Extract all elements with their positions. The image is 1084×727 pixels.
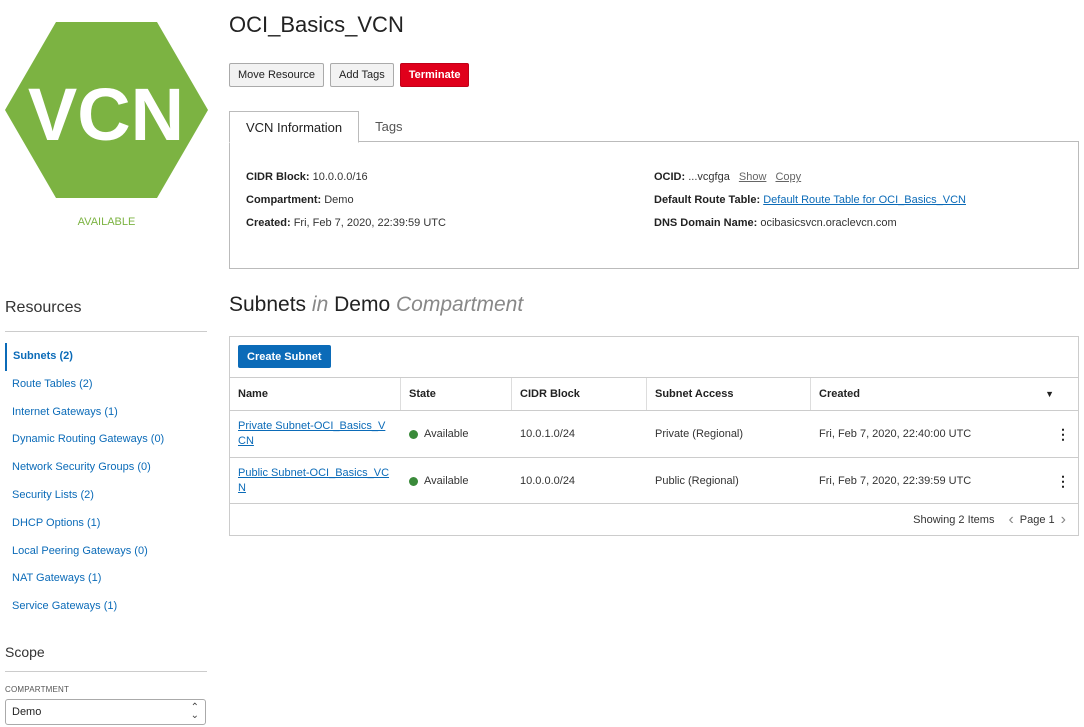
status-label: AVAILABLE: [77, 216, 136, 228]
cell-created: Fri, Feb 7, 2020, 22:39:59 UTC ⋮: [811, 458, 1078, 504]
table-header-row: Name State CIDR Block Subnet Access Crea…: [230, 377, 1078, 410]
dns-label: DNS Domain Name:: [654, 217, 758, 229]
sidebar-item-internet-gateways[interactable]: Internet Gateways (1): [5, 399, 207, 427]
status-dot-icon: [409, 476, 418, 486]
sort-caret-down-icon[interactable]: ▼: [1045, 389, 1054, 399]
cell-cidr: 10.0.1.0/24: [520, 428, 576, 440]
column-header-name[interactable]: Name: [230, 378, 401, 410]
sidebar-item-nat-gateways[interactable]: NAT Gateways (1): [5, 565, 207, 593]
page-indicator: Page 1: [1019, 513, 1055, 526]
created-value: Fri, Feb 7, 2020, 22:39:59 UTC: [293, 217, 446, 229]
tab-vcn-information[interactable]: VCN Information: [229, 111, 360, 143]
subnets-heading: Subnets in Demo Compartment: [229, 293, 523, 317]
subnets-heading-main: Subnets: [229, 293, 307, 316]
sidebar-item-service-gateways[interactable]: Service Gateways (1): [5, 593, 207, 621]
column-header-created-label: Created: [819, 388, 860, 400]
route-table-label: Default Route Table:: [654, 194, 761, 206]
subnets-heading-in: in: [311, 293, 329, 316]
compartment-label: COMPARTMENT: [5, 685, 70, 694]
cell-created: Fri, Feb 7, 2020, 22:40:00 UTC ⋮: [811, 411, 1078, 457]
created-text: Fri, Feb 7, 2020, 22:39:59 UTC: [819, 475, 972, 487]
state-text: Available: [424, 428, 469, 440]
subnets-table: Name State CIDR Block Subnet Access Crea…: [230, 377, 1078, 504]
action-buttons: Move Resource Add Tags Terminate: [229, 63, 470, 87]
add-tags-button[interactable]: Add Tags: [330, 63, 394, 87]
dns-row: DNS Domain Name: ocibasicsvcn.oraclevcn.…: [654, 217, 966, 240]
subnet-name-link[interactable]: Public Subnet-OCI_Basics_VCN: [238, 466, 393, 496]
sidebar-item-network-security-groups[interactable]: Network Security Groups (0): [5, 454, 207, 482]
tab-tags[interactable]: Tags: [359, 111, 418, 142]
created-row: Created: Fri, Feb 7, 2020, 22:39:59 UTC: [246, 217, 446, 240]
subnets-heading-suffix: Compartment: [395, 293, 524, 316]
resources-heading: Resources: [5, 299, 82, 316]
column-header-created[interactable]: Created ▼: [811, 378, 1078, 410]
move-resource-button[interactable]: Move Resource: [229, 63, 325, 87]
row-actions-kebab-icon[interactable]: ⋮: [1052, 426, 1074, 443]
tab-bar: VCN Information Tags: [229, 111, 419, 143]
dns-value: ocibasicsvcn.oraclevcn.com: [760, 217, 897, 229]
column-header-state[interactable]: State: [401, 378, 512, 410]
info-column-right: OCID: ...vcgfga Show Copy Default Route …: [654, 171, 966, 240]
created-label: Created:: [246, 217, 291, 229]
route-table-link[interactable]: Default Route Table for OCI_Basics_VCN: [763, 194, 966, 206]
compartment-select[interactable]: Demo ⌃ ⌄: [5, 699, 206, 725]
cidr-row: CIDR Block: 10.0.0.0/16: [246, 171, 446, 194]
created-text: Fri, Feb 7, 2020, 22:40:00 UTC: [819, 428, 972, 440]
subnet-name-link[interactable]: Private Subnet-OCI_Basics_VCN: [238, 419, 393, 449]
cell-name: Public Subnet-OCI_Basics_VCN: [230, 458, 401, 504]
cell-access: Private (Regional): [655, 428, 744, 440]
column-header-cidr[interactable]: CIDR Block: [512, 378, 647, 410]
sidebar-item-security-lists[interactable]: Security Lists (2): [5, 482, 207, 510]
sidebar-item-route-tables[interactable]: Route Tables (2): [5, 371, 207, 399]
next-page-icon[interactable]: ›: [1061, 511, 1066, 529]
cell-state: Available: [401, 411, 512, 457]
row-actions-kebab-icon[interactable]: ⋮: [1052, 473, 1074, 490]
terminate-button[interactable]: Terminate: [399, 63, 470, 87]
cell-cidr: 10.0.0.0/24: [520, 475, 576, 487]
table-row: Private Subnet-OCI_Basics_VCN Available …: [230, 410, 1078, 457]
item-count: Showing 2 Items: [913, 513, 995, 526]
cell-access: Public (Regional): [655, 475, 739, 487]
cidr-value: 10.0.0.0/16: [312, 171, 368, 183]
resources-nav: Subnets (2) Route Tables (2) Internet Ga…: [5, 343, 207, 621]
sidebar-item-dynamic-routing-gateways[interactable]: Dynamic Routing Gateways (0): [5, 426, 207, 454]
subnets-heading-compartment: Demo: [334, 293, 391, 316]
compartment-select-value: Demo: [12, 706, 42, 718]
sidebar-item-subnets[interactable]: Subnets (2): [5, 343, 207, 371]
route-table-row: Default Route Table: Default Route Table…: [654, 194, 966, 217]
divider: [5, 331, 207, 332]
divider: [5, 671, 207, 672]
compartment-label-info: Compartment:: [246, 194, 322, 206]
compartment-value: Demo: [324, 194, 354, 206]
ocid-copy-link[interactable]: Copy: [775, 171, 801, 183]
info-column-left: CIDR Block: 10.0.0.0/16 Compartment: Dem…: [246, 171, 446, 240]
cidr-label: CIDR Block:: [246, 171, 310, 183]
column-header-access[interactable]: Subnet Access: [647, 378, 811, 410]
cell-name: Private Subnet-OCI_Basics_VCN: [230, 411, 401, 457]
sidebar-item-dhcp-options[interactable]: DHCP Options (1): [5, 510, 207, 538]
ocid-row: OCID: ...vcgfga Show Copy: [654, 171, 966, 194]
previous-page-icon[interactable]: ‹: [1008, 511, 1013, 529]
ocid-label: OCID:: [654, 171, 686, 183]
vcn-icon-text: VCN: [28, 73, 184, 156]
table-footer: Showing 2 Items ‹ Page 1 ›: [230, 503, 1078, 535]
ocid-show-link[interactable]: Show: [739, 171, 767, 183]
page-title: OCI_Basics_VCN: [229, 12, 404, 37]
ocid-value: ...vcgfga: [688, 171, 730, 183]
status-dot-icon: [409, 429, 418, 439]
table-row: Public Subnet-OCI_Basics_VCN Available 1…: [230, 457, 1078, 504]
state-text: Available: [424, 475, 469, 487]
sidebar-item-local-peering-gateways[interactable]: Local Peering Gateways (0): [5, 538, 207, 566]
vcn-hexagon-icon: VCN: [5, 22, 208, 198]
create-subnet-button[interactable]: Create Subnet: [238, 345, 331, 368]
scope-heading: Scope: [5, 644, 45, 660]
cell-state: Available: [401, 458, 512, 504]
compartment-row: Compartment: Demo: [246, 194, 446, 217]
vcn-information-panel: CIDR Block: 10.0.0.0/16 Compartment: Dem…: [229, 141, 1079, 269]
subnets-table-panel: Create Subnet Name State CIDR Block Subn…: [229, 336, 1079, 536]
updown-chevron-icon: ⌃ ⌄: [190, 702, 199, 721]
